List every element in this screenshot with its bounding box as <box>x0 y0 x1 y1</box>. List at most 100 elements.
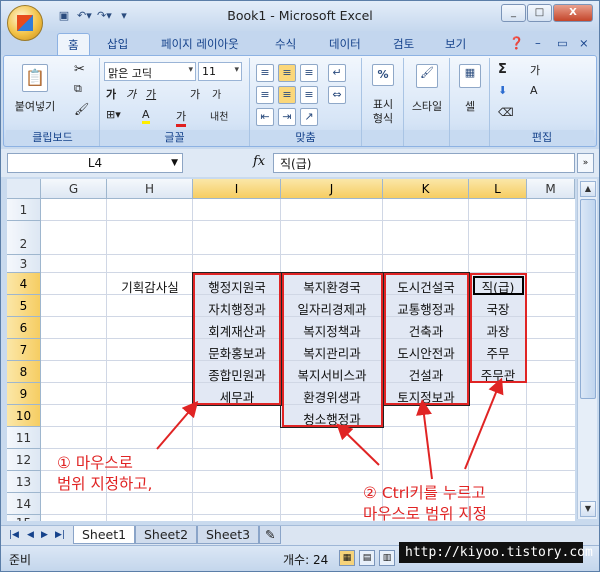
paste-button[interactable]: 붙여넣기 <box>12 98 58 114</box>
help-icon[interactable]: ❓ <box>509 36 524 50</box>
office-logo-icon <box>17 15 33 31</box>
cut-icon[interactable]: ✂ <box>74 62 85 77</box>
arrow-1 <box>156 400 199 450</box>
align-top-icon[interactable]: ≡ <box>256 64 274 82</box>
clipboard-group: 📋 붙여넣기 ✂ ⧉ 🖌 클립보드 <box>6 58 100 146</box>
minimize-button[interactable]: _ <box>501 4 526 22</box>
status-count: 개수: 24 <box>283 553 329 567</box>
sheet-tab-1[interactable]: Sheet1 <box>73 526 136 544</box>
number-format-button[interactable]: 표시 형식 <box>364 98 402 126</box>
align-right-icon[interactable]: ≡ <box>300 86 318 104</box>
font-color-button[interactable]: 가 <box>176 108 187 127</box>
tab-data[interactable]: 데이터 <box>329 36 361 52</box>
normal-view-icon[interactable]: ▦ <box>339 550 355 566</box>
excel-window: ▣ ↶▾ ↷▾ ▾ Book1 - Microsoft Excel _ □ X … <box>0 0 600 572</box>
ribbon-close-button[interactable]: × <box>579 36 589 50</box>
first-sheet-icon[interactable]: |◀ <box>9 530 19 540</box>
copy-icon[interactable]: ⧉ <box>74 82 82 96</box>
shrink-font-button[interactable]: 가 <box>212 86 221 101</box>
chevron-down-icon: ▾ <box>234 65 239 75</box>
cells-group: ▦ 셀 <box>450 58 490 146</box>
align-middle-icon[interactable]: ≡ <box>278 64 296 82</box>
phonetic-button[interactable]: 내천 <box>210 108 228 123</box>
ribbon-tabs: 홈 삽입 페이지 레이아웃 수식 데이터 검토 보기 ❓ – ▭ × <box>1 31 599 55</box>
chevron-down-icon: ▾ <box>188 65 193 75</box>
decrease-indent-icon[interactable]: ⇤ <box>256 108 274 126</box>
page-break-view-icon[interactable]: ▥ <box>379 550 395 566</box>
ribbon-restore-button[interactable]: ▭ <box>557 36 568 50</box>
border-icon[interactable]: ⊞▾ <box>106 108 121 121</box>
annotation-step-1: ① 마우스로 범위 지정하고, <box>57 454 153 493</box>
sort-filter-button[interactable]: 가 <box>530 62 540 78</box>
styles-group: 🖌 스타일 <box>404 58 450 146</box>
arrow-2 <box>336 423 380 466</box>
styles-group-label <box>404 130 449 146</box>
format-painter-icon[interactable]: 🖌 <box>74 102 89 116</box>
styles-icon[interactable]: 🖌 <box>416 64 438 88</box>
clear-icon[interactable]: ⌫ <box>498 106 514 119</box>
tab-page-layout[interactable]: 페이지 레이아웃 <box>161 36 239 52</box>
insert-function-button[interactable]: fx <box>253 154 265 169</box>
font-group-label: 글꼴 <box>100 130 249 146</box>
name-box[interactable]: L4 ▼ <box>7 153 183 173</box>
increase-indent-icon[interactable]: ⇥ <box>278 108 296 126</box>
italic-button[interactable]: 가 <box>126 86 136 102</box>
align-left-icon[interactable]: ≡ <box>256 86 274 104</box>
align-bottom-icon[interactable]: ≡ <box>300 64 318 82</box>
orientation-icon[interactable]: ↗ <box>300 108 318 126</box>
alignment-group-label: 맞춤 <box>250 130 361 146</box>
prev-sheet-icon[interactable]: ◀ <box>27 530 34 540</box>
merge-center-icon[interactable]: ⇔ <box>328 86 346 104</box>
formula-input[interactable]: 직(급) <box>273 153 575 173</box>
underline-button[interactable]: 가 <box>146 86 156 102</box>
watermark: http://kiyoo.tistory.com <box>399 542 593 563</box>
vertical-scrollbar[interactable]: ▲ ▼ <box>577 179 597 519</box>
tab-review[interactable]: 검토 <box>393 36 414 52</box>
sheet-tab-2[interactable]: Sheet2 <box>135 526 198 544</box>
scroll-up-icon[interactable]: ▲ <box>580 181 596 197</box>
font-size-value: 11 <box>202 65 216 78</box>
arrow-4 <box>464 377 504 470</box>
styles-button[interactable]: 스타일 <box>404 98 450 114</box>
scroll-down-icon[interactable]: ▼ <box>580 501 596 517</box>
tab-insert[interactable]: 삽입 <box>107 36 128 52</box>
bold-button[interactable]: 가 <box>106 86 116 102</box>
name-box-value: L4 <box>87 156 103 170</box>
cells-group-label <box>450 130 489 146</box>
fill-icon[interactable]: ⬇ <box>498 84 507 97</box>
cells-icon[interactable]: ▦ <box>459 64 481 88</box>
tab-home[interactable]: 홈 <box>57 33 90 55</box>
grow-font-button[interactable]: 가 <box>190 86 200 102</box>
insert-sheet-icon[interactable]: ✎ <box>259 526 282 544</box>
find-select-button[interactable]: A <box>530 84 538 97</box>
editing-group: Σ 가 ⬇ A ⌫ 편집 <box>490 58 594 146</box>
office-button[interactable] <box>7 5 43 41</box>
paste-icon[interactable]: 📋 <box>22 64 48 92</box>
tab-view[interactable]: 보기 <box>445 36 466 52</box>
wrap-text-icon[interactable]: ↵ <box>328 64 346 82</box>
font-size-select[interactable]: 11 ▾ <box>198 62 242 81</box>
sheet-tab-3[interactable]: Sheet3 <box>197 526 260 544</box>
last-sheet-icon[interactable]: ▶| <box>55 530 65 540</box>
font-name-select[interactable]: 맑은 고딕 ▾ <box>104 62 196 81</box>
expand-formula-icon[interactable]: » <box>577 153 594 173</box>
next-sheet-icon[interactable]: ▶ <box>41 530 48 540</box>
align-center-icon[interactable]: ≡ <box>278 86 296 104</box>
font-name-value: 맑은 고딕 <box>108 67 152 80</box>
cells-button[interactable]: 셀 <box>450 98 490 114</box>
autosum-button[interactable]: Σ <box>498 62 507 77</box>
fill-color-button[interactable]: A <box>142 108 150 124</box>
ribbon-minimize-button[interactable]: – <box>535 36 541 50</box>
annotation-step-2: ② Ctrl키를 누르고 마우스로 범위 지정 <box>363 484 487 521</box>
chevron-down-icon: ▼ <box>171 158 178 168</box>
close-button[interactable]: X <box>553 4 593 22</box>
number-group: % 표시 형식 <box>362 58 404 146</box>
tab-formulas[interactable]: 수식 <box>275 36 296 52</box>
page-layout-view-icon[interactable]: ▤ <box>359 550 375 566</box>
formula-bar: L4 ▼ fx 직(급) » <box>1 149 599 177</box>
scroll-thumb[interactable] <box>580 199 596 399</box>
maximize-button[interactable]: □ <box>527 4 552 22</box>
worksheet-grid[interactable]: G H I J K L M 1 2 3 4 5 6 7 8 9 10 11 12… <box>7 179 575 521</box>
percent-icon[interactable]: % <box>372 64 394 86</box>
ribbon: 📋 붙여넣기 ✂ ⧉ 🖌 클립보드 맑은 고딕 ▾ 11 ▾ 가 가 가 가 가 ⊞… <box>3 55 597 147</box>
